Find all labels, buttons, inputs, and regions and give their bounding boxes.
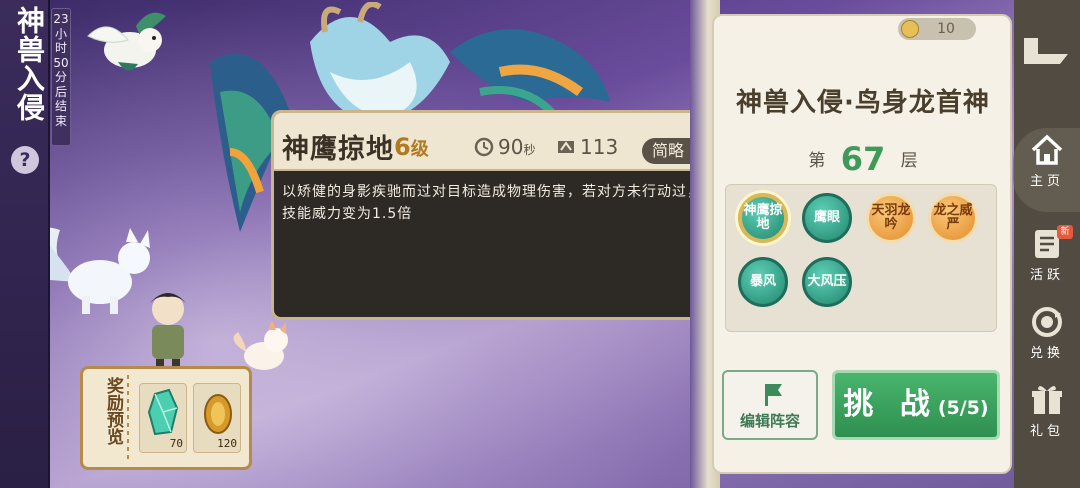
cooldown-unit: 秒 — [523, 143, 536, 157]
back-arrow-icon[interactable] — [1018, 28, 1074, 70]
skill-orb-dafengya[interactable]: 大风压 — [802, 257, 852, 307]
floor-suffix: 层 — [900, 151, 918, 171]
skill-orb-longzhi-weiyan[interactable]: 龙之威严 — [928, 193, 978, 243]
skill-description: 以矫健的身影疾驰而过对目标造成物理伤害，若对方未行动过，则技能威力变为1.5倍 — [282, 184, 717, 222]
flag-icon — [765, 384, 782, 406]
skill-orb-shenying-luedi[interactable]: 神鹰掠地 — [738, 193, 788, 243]
skill-name: 神鹰掠地 — [282, 134, 394, 165]
reward-item[interactable]: 120 — [193, 383, 241, 453]
challenge-count: (5/5) — [937, 397, 989, 419]
skill-level: 6级 — [394, 133, 429, 161]
reward-preview[interactable]: 奖励预览 70 120 — [80, 366, 252, 470]
nav-exchange-label: 兑换 — [1029, 346, 1064, 361]
boss-title: 神兽入侵·鸟身龙首神 — [736, 88, 990, 118]
floor-prefix: 第 — [808, 151, 826, 171]
currency-counter: 10 — [898, 18, 976, 40]
energy-icon — [558, 141, 574, 153]
reward-item[interactable]: 70 — [139, 383, 187, 453]
skill-orb-yingyan[interactable]: 鹰眼 — [802, 193, 852, 243]
challenge-button[interactable]: 挑 战(5/5) — [832, 370, 1000, 440]
currency-value: 10 — [937, 21, 955, 37]
cooldown-value: 90 — [498, 135, 524, 159]
skill-popup-header: 神鹰掠地 6级 90秒 113 简略 ︽ — [274, 113, 726, 171]
new-badge: 新 — [1057, 225, 1073, 239]
floor-indicator: 第 67 层 — [728, 140, 998, 178]
reward-quantity: 120 — [217, 437, 237, 450]
help-icon[interactable]: ? — [11, 146, 39, 174]
reward-preview-label: 奖励预览 — [103, 377, 123, 445]
edit-lineup-button[interactable]: 编辑阵容 — [722, 370, 818, 440]
hero-character — [150, 293, 186, 373]
cooldown-icon — [474, 137, 494, 157]
boss-skills-tray: 神鹰掠地 鹰眼 天羽龙吟 龙之威严 暴风 大风压 — [725, 184, 997, 332]
skill-level-value: 6 — [394, 133, 411, 161]
nav-gift-label: 礼包 — [1029, 424, 1064, 439]
event-title: 神兽入侵 — [13, 6, 46, 122]
skill-orb-tianyu-longyin[interactable]: 天羽龙吟 — [866, 193, 916, 243]
nav-home-label: 主页 — [1029, 174, 1064, 189]
coin-icon — [204, 394, 232, 434]
challenge-label: 挑 战 — [843, 387, 938, 422]
edit-lineup-label: 编辑阵容 — [739, 412, 800, 430]
home-icon — [1031, 134, 1063, 165]
nav-activity-label: 活跃 — [1029, 268, 1064, 283]
nav-home[interactable]: 主页 — [1016, 132, 1078, 189]
energy-value: 113 — [580, 135, 619, 159]
nav-gift[interactable]: 礼包 — [1016, 382, 1078, 439]
exchange-icon — [1032, 307, 1062, 337]
currency-icon — [901, 20, 919, 38]
reward-quantity: 70 — [169, 437, 183, 450]
crystal-icon — [147, 388, 179, 436]
brief-label: 简略 — [652, 141, 685, 160]
bird-spirit-creature — [87, 12, 166, 71]
skill-energy-cost: 113 — [556, 135, 618, 161]
skill-level-unit: 级 — [410, 139, 429, 160]
skill-cooldown: 90秒 — [474, 135, 535, 161]
floor-number: 67 — [840, 140, 886, 178]
gift-icon — [1032, 385, 1062, 414]
nav-exchange[interactable]: 兑换 — [1016, 304, 1078, 361]
event-banner: 神兽入侵 ? — [0, 0, 50, 488]
reward-divider — [127, 375, 129, 461]
skill-orb-baofeng[interactable]: 暴风 — [738, 257, 788, 307]
event-timer: 23小时50分后结束 — [51, 8, 71, 146]
skill-detail-popup: 神鹰掠地 6级 90秒 113 简略 ︽ 以矫健的身影疾驰而过对目标造成物理伤害… — [271, 110, 729, 320]
